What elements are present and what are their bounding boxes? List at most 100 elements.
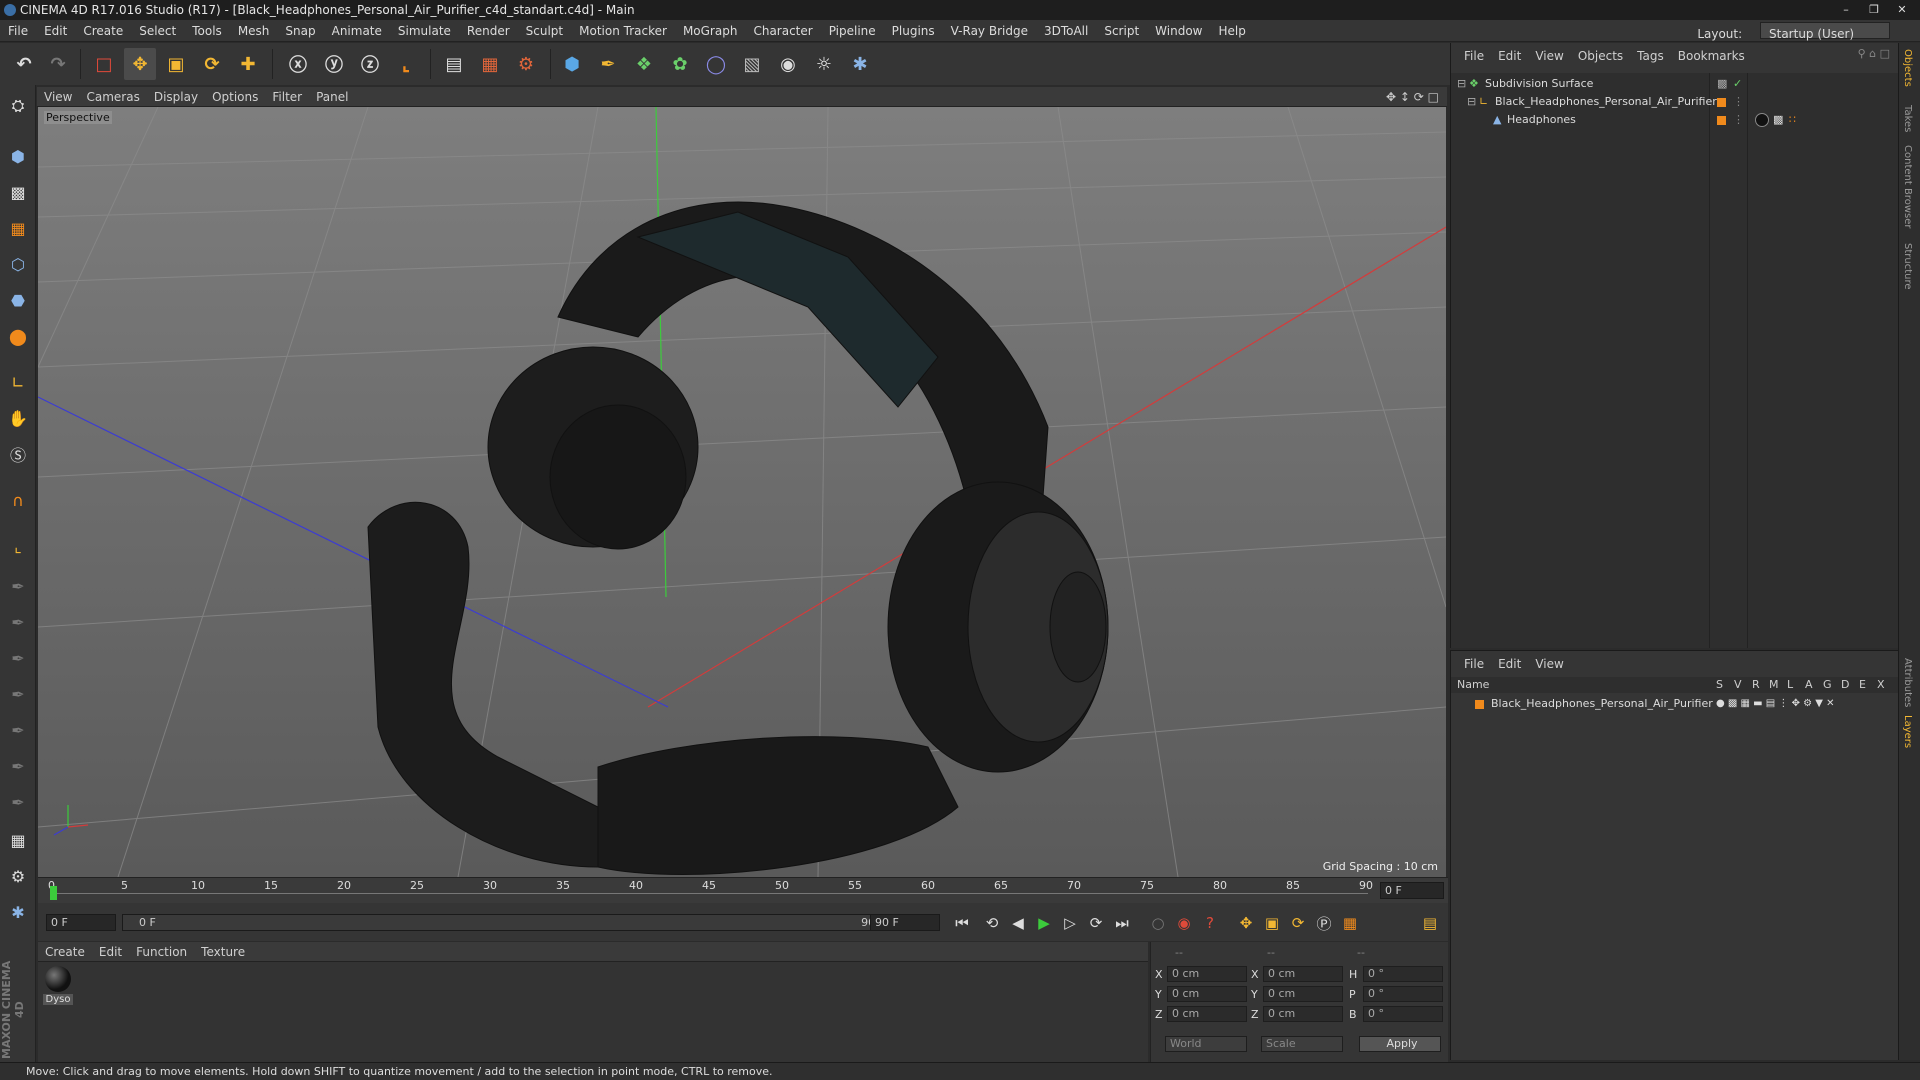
material-swatch[interactable]: Dyso	[43, 966, 73, 1010]
cube-primitive-icon[interactable]: ⬢	[556, 48, 588, 80]
size-mode-dropdown[interactable]: Scale	[1261, 1036, 1343, 1052]
sculpt-pull-icon[interactable]: ✒	[3, 607, 33, 637]
enabled-check-icon[interactable]: ✓	[1733, 75, 1742, 93]
menu-plugins[interactable]: Plugins	[884, 20, 943, 42]
object-row[interactable]: ▲ Headphones ⋮ ▩ ∷	[1451, 111, 1899, 129]
grid-icon[interactable]: ▦	[3, 825, 33, 855]
tweak-mode-icon[interactable]: ✋	[3, 403, 33, 433]
tab-takes[interactable]: Takes	[1902, 105, 1913, 132]
next-key-icon[interactable]: ⟳	[1084, 911, 1108, 935]
viewport-menu-view[interactable]: View	[37, 87, 79, 107]
python-icon[interactable]: ✱	[3, 897, 33, 927]
texture-mode-icon[interactable]: ▩	[3, 177, 33, 207]
end-frame-field[interactable]: 90 F	[870, 914, 940, 931]
camera-icon[interactable]: ◉	[772, 48, 804, 80]
magnet-icon[interactable]: ∩	[3, 485, 33, 515]
size-x-field[interactable]: 0 cm	[1263, 966, 1343, 982]
timeline-window-icon[interactable]: ▤	[1418, 911, 1442, 935]
z-axis-lock-icon[interactable]: ⓩ	[354, 48, 386, 80]
light-icon[interactable]: ☼	[808, 48, 840, 80]
polygons-mode-icon[interactable]: ⬤	[3, 321, 33, 351]
key-position-icon[interactable]: ✥	[1234, 911, 1258, 935]
key-rotation-icon[interactable]: ⟳	[1286, 911, 1310, 935]
material-menu-create[interactable]: Create	[38, 942, 92, 962]
axis-mode-icon[interactable]: ∟	[3, 367, 33, 397]
key-scale-icon[interactable]: ▣	[1260, 911, 1284, 935]
uvw-tag-icon[interactable]: ▩	[1773, 111, 1783, 129]
viewport-menu-filter[interactable]: Filter	[265, 87, 309, 107]
layer-row[interactable]: Black_Headphones_Personal_Air_Purifier ●…	[1451, 695, 1899, 713]
rotation-h-field[interactable]: 0 °	[1363, 966, 1443, 982]
objects-menu-file[interactable]: File	[1457, 46, 1491, 66]
menu-create[interactable]: Create	[75, 20, 131, 42]
sculpt-grab-icon[interactable]: ✒	[3, 751, 33, 781]
layout-dropdown[interactable]: Startup (User)	[1760, 22, 1890, 41]
tab-content-browser[interactable]: Content Browser	[1902, 145, 1913, 228]
workplane-icon[interactable]: ⌞	[3, 531, 33, 561]
menu-pipeline[interactable]: Pipeline	[821, 20, 884, 42]
menu-render[interactable]: Render	[459, 20, 518, 42]
previous-key-icon[interactable]: ⟲	[980, 911, 1004, 935]
current-frame-field[interactable]: 0 F	[1380, 882, 1444, 899]
make-editable-icon[interactable]: ⛭	[3, 91, 33, 121]
play-icon[interactable]: ▶	[1032, 911, 1056, 935]
menu-select[interactable]: Select	[131, 20, 184, 42]
autokey-icon[interactable]: ◉	[1172, 911, 1196, 935]
tab-layers[interactable]: Layers	[1902, 715, 1913, 748]
objects-menu-edit[interactable]: Edit	[1491, 46, 1528, 66]
y-axis-lock-icon[interactable]: ⓨ	[318, 48, 350, 80]
playhead-marker[interactable]	[50, 886, 57, 900]
workplane-mode-icon[interactable]: ▦	[3, 213, 33, 243]
record-keys-icon[interactable]: ○	[1146, 911, 1170, 935]
rotation-p-field[interactable]: 0 °	[1363, 986, 1443, 1002]
layer-toggle-icons[interactable]: ● ▩ ▦ ▬ ▤ ⋮ ✥ ⚙ ▼ ✕	[1716, 695, 1835, 713]
material-menu-function[interactable]: Function	[129, 942, 194, 962]
layers-menu-view[interactable]: View	[1528, 654, 1570, 674]
transform-tool-icon[interactable]: ✚	[232, 48, 264, 80]
sculpt-inflate-icon[interactable]: ✒	[3, 715, 33, 745]
position-x-field[interactable]: 0 cm	[1167, 966, 1247, 982]
menu-edit[interactable]: Edit	[36, 20, 75, 42]
menu-tools[interactable]: Tools	[184, 20, 230, 42]
rotate-tool-icon[interactable]: ⟳	[196, 48, 228, 80]
object-row[interactable]: ⊟ ❖ Subdivision Surface ▩ ✓	[1451, 75, 1899, 93]
material-menu-edit[interactable]: Edit	[92, 942, 129, 962]
objects-menu-bookmarks[interactable]: Bookmarks	[1671, 46, 1752, 66]
live-selection-icon[interactable]: □	[88, 48, 120, 80]
viewport-menu-display[interactable]: Display	[147, 87, 205, 107]
expand-icon[interactable]: ⊟	[1467, 93, 1476, 111]
menu-mesh[interactable]: Mesh	[230, 20, 278, 42]
object-visibility-icon[interactable]: ▩	[1717, 75, 1727, 93]
visibility-dots-icon[interactable]: ⋮	[1733, 111, 1744, 129]
menu-file[interactable]: File	[0, 20, 36, 42]
menu-character[interactable]: Character	[745, 20, 820, 42]
subdivision-generator-icon[interactable]: ❖	[628, 48, 660, 80]
points-mode-icon[interactable]: ⬡	[3, 249, 33, 279]
rotation-b-field[interactable]: 0 °	[1363, 1006, 1443, 1022]
objects-menu-view[interactable]: View	[1528, 46, 1570, 66]
layers-menu-file[interactable]: File	[1457, 654, 1491, 674]
menu-window[interactable]: Window	[1147, 20, 1210, 42]
menu-motion-tracker[interactable]: Motion Tracker	[571, 20, 675, 42]
sculpt-smooth-icon[interactable]: ✒	[3, 643, 33, 673]
position-y-field[interactable]: 0 cm	[1167, 986, 1247, 1002]
python-script-icon[interactable]: ✱	[844, 48, 876, 80]
timeline-ruler[interactable]: 0 5 10 15 20 25 30 35 40 45 50 55 60 65 …	[38, 877, 1448, 903]
menu-vray-bridge[interactable]: V-Ray Bridge	[943, 20, 1036, 42]
menu-animate[interactable]: Animate	[324, 20, 390, 42]
go-to-end-icon[interactable]: ⏭	[1110, 911, 1134, 935]
material-tag-icon[interactable]	[1755, 113, 1769, 127]
position-z-field[interactable]: 0 cm	[1167, 1006, 1247, 1022]
undo-icon[interactable]: ↶	[8, 48, 40, 80]
menu-sculpt[interactable]: Sculpt	[518, 20, 571, 42]
lock-workplane-icon[interactable]: ⚙	[3, 861, 33, 891]
floor-environment-icon[interactable]: ▧	[736, 48, 768, 80]
layers-menu-edit[interactable]: Edit	[1491, 654, 1528, 674]
viewport-menu-cameras[interactable]: Cameras	[79, 87, 146, 107]
apply-button[interactable]: Apply	[1359, 1036, 1441, 1052]
render-view-icon[interactable]: ▤	[438, 48, 470, 80]
tab-structure[interactable]: Structure	[1902, 243, 1913, 290]
texture-tag-icon[interactable]: ∷	[1789, 111, 1796, 129]
restore-icon[interactable]: ❐	[1860, 1, 1888, 18]
render-to-picture-viewer-icon[interactable]: ▦	[474, 48, 506, 80]
